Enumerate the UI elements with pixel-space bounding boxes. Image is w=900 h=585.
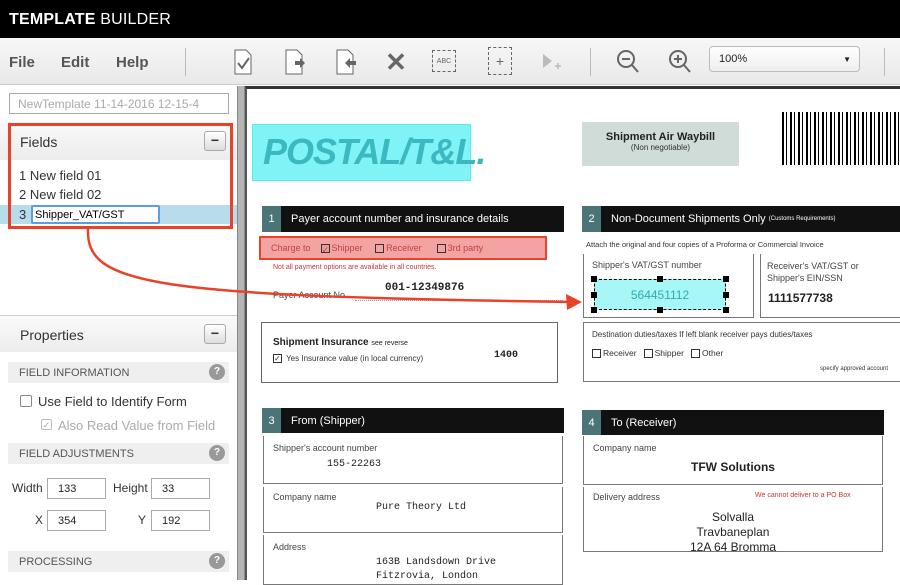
arrow-curve — [86, 228, 576, 304]
arrow-head-icon — [566, 294, 582, 310]
annotation-arrow — [86, 228, 582, 310]
